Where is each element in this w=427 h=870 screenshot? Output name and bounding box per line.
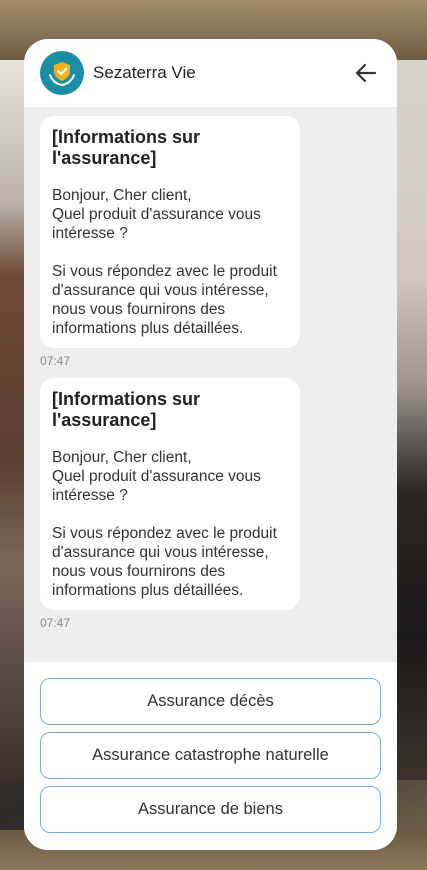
option-assurance-biens-button[interactable]: Assurance de biens: [40, 786, 381, 833]
message-item: [Informations sur l'assurance] Bonjour, …: [40, 116, 381, 368]
option-assurance-deces-button[interactable]: Assurance décès: [40, 678, 381, 725]
chat-header: Sezaterra Vie: [24, 39, 397, 107]
option-assurance-catastrophe-button[interactable]: Assurance catastrophe naturelle: [40, 732, 381, 779]
message-time: 07:47: [40, 354, 71, 368]
quick-reply-panel: Assurance décès Assurance catastrophe na…: [24, 662, 397, 850]
message-body: Bonjour, Cher client, Quel produit d'ass…: [52, 187, 277, 337]
shield-hands-icon: [40, 51, 84, 95]
message-bubble: [Informations sur l'assurance] Bonjour, …: [40, 378, 300, 610]
message-time: 07:47: [40, 616, 71, 630]
message-body: Bonjour, Cher client, Quel produit d'ass…: [52, 449, 277, 599]
arrow-left-icon: [355, 63, 377, 83]
message-title: [Informations sur l'assurance]: [52, 389, 201, 430]
background-wall-right: [393, 60, 427, 780]
message-bubble: [Informations sur l'assurance] Bonjour, …: [40, 116, 300, 348]
message-title: [Informations sur l'assurance]: [52, 127, 201, 168]
app-title: Sezaterra Vie: [93, 63, 196, 82]
back-button[interactable]: [351, 58, 381, 88]
message-item: [Informations sur l'assurance] Bonjour, …: [40, 378, 381, 630]
chat-sheet: Sezaterra Vie [Informations sur l'assura…: [24, 39, 397, 850]
message-list: [Informations sur l'assurance] Bonjour, …: [24, 107, 397, 662]
